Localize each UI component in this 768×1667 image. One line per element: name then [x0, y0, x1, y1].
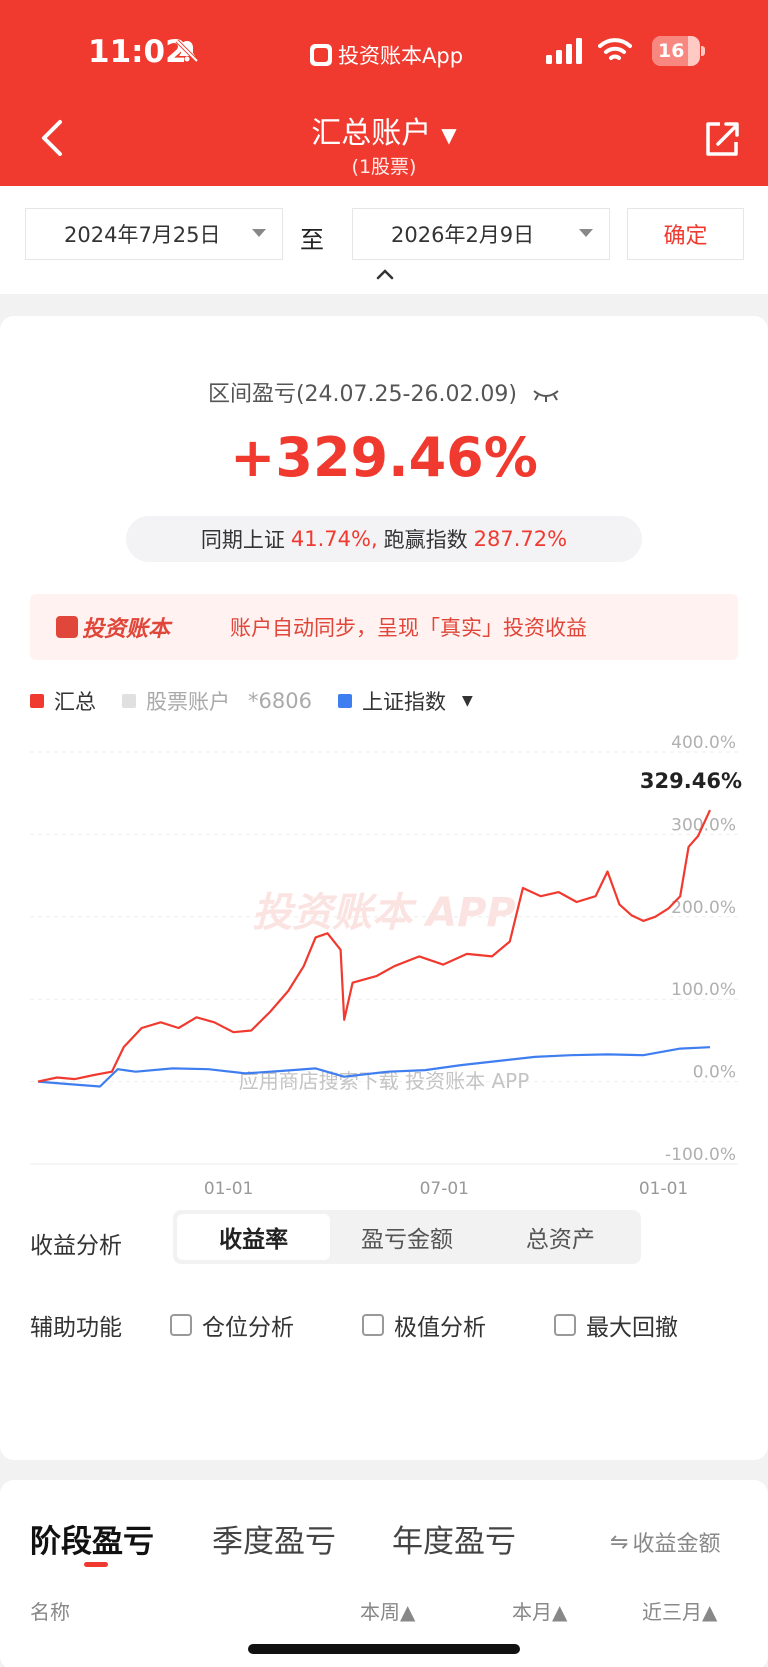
column-week[interactable]: 本周▲ — [360, 1596, 415, 1625]
active-tab-indicator — [84, 1562, 108, 1567]
legend-index-label: 上证指数 — [361, 690, 446, 714]
status-app-label: 投资账本App — [338, 44, 464, 68]
legend-account-label: 股票账户 — [146, 690, 230, 714]
chevron-down-icon — [252, 229, 266, 237]
legend-total-label: 汇总 — [54, 690, 96, 714]
tab-year-pnl[interactable]: 年度盈亏 — [392, 1516, 516, 1561]
seg-total-assets[interactable]: 总资产 — [484, 1214, 637, 1260]
chart-watermark: 投资账本 APP — [252, 890, 516, 936]
tab-stage-pnl[interactable]: 阶段盈亏 — [30, 1516, 154, 1561]
tab-quarter-pnl[interactable]: 季度盈亏 — [212, 1516, 336, 1561]
x-tick-label: 01-01 — [639, 1179, 688, 1199]
legend-swatch-gray — [122, 694, 136, 708]
outperform-label: 跑赢指数 — [383, 528, 468, 552]
chart-legend: 汇总 股票账户 *6806 上证指数 ▼ — [30, 686, 499, 716]
position-analysis-label: 仓位分析 — [202, 1315, 294, 1341]
legend-account[interactable]: 股票账户 *6806 — [122, 686, 312, 716]
unit-toggle-label: 收益金额 — [632, 1532, 721, 1557]
y-tick-label: -100.0% — [665, 1145, 736, 1165]
range-label: 区间盈亏(24.07.25-26.02.09) — [207, 382, 518, 407]
max-drawdown-option[interactable]: 最大回撤 — [554, 1308, 678, 1342]
banner-text: 账户自动同步，呈现「真实」投资收益 — [230, 616, 588, 640]
max-drawdown-label: 最大回撤 — [586, 1315, 678, 1341]
checkbox[interactable] — [554, 1314, 576, 1336]
legend-swatch-blue — [337, 694, 352, 708]
legend-swatch-red — [30, 694, 44, 708]
y-tick-label: 100.0% — [671, 980, 736, 1000]
y-tick-label: 400.0% — [671, 733, 736, 753]
seg-return-rate[interactable]: 收益率 — [177, 1214, 331, 1260]
banner-logo-text: 投资账本 — [82, 617, 171, 642]
chevron-down-icon — [579, 229, 593, 237]
end-date-picker[interactable]: 2026年2月9日 — [352, 208, 610, 260]
checkbox[interactable] — [170, 1314, 192, 1336]
compare-index-label: 同期上证 — [200, 528, 285, 552]
series-line-total — [37, 809, 711, 1083]
page-subtitle: (1股票) — [351, 156, 417, 178]
outperform-value: 287.72% — [473, 527, 568, 551]
return-line-chart[interactable]: 400.0%300.0%200.0%100.0%0.0%-100.0%投资账本 … — [0, 726, 768, 1226]
period-pnl-section: 阶段盈亏 季度盈亏 年度盈亏 ⇋ 收益金额 名称 本周▲ 本月▲ 近三月▲ — [0, 1480, 768, 1667]
dropdown-caret-icon: ▼ — [461, 693, 473, 709]
unit-toggle[interactable]: ⇋ 收益金额 — [610, 1526, 720, 1558]
confirm-button[interactable]: 确定 — [627, 208, 744, 260]
extreme-analysis-label: 极值分析 — [394, 1315, 486, 1341]
status-time: 11:02 — [88, 34, 187, 70]
total-return-value: +329.46% — [230, 426, 538, 489]
legend-total[interactable]: 汇总 — [30, 686, 96, 716]
promo-banner[interactable]: 投资账本 账户自动同步，呈现「真实」投资收益 — [30, 594, 738, 660]
app-logo-icon — [310, 44, 332, 66]
legend-index[interactable]: 上证指数 ▼ — [337, 686, 473, 716]
home-indicator — [248, 1644, 520, 1654]
dropdown-caret-icon: ▼ — [441, 122, 457, 147]
column-month[interactable]: 本月▲ — [512, 1596, 567, 1625]
end-value-label: 329.46% — [640, 769, 742, 793]
date-separator: 至 — [300, 226, 324, 254]
account-selector[interactable]: 汇总账户 ▼ — [0, 108, 768, 152]
y-tick-label: 0.0% — [693, 1063, 736, 1083]
range-label-row: 区间盈亏(24.07.25-26.02.09) — [0, 376, 768, 408]
summary-card: 区间盈亏(24.07.25-26.02.09) +329.46% 同期上证 41… — [0, 316, 768, 1460]
battery-level: 16 — [658, 40, 685, 62]
checkbox[interactable] — [362, 1314, 384, 1336]
aux-label: 辅助功能 — [30, 1315, 122, 1341]
seg-pnl-amount[interactable]: 盈亏金额 — [330, 1214, 483, 1260]
x-tick-label: 01-01 — [204, 1179, 253, 1199]
eye-closed-icon[interactable] — [532, 387, 560, 403]
position-analysis-option[interactable]: 仓位分析 — [170, 1308, 294, 1342]
start-date-value: 2024年7月25日 — [64, 223, 221, 247]
app-header: 11:02 投资账本App 16 汇总账户 ▼ (1股票) — [0, 0, 768, 186]
battery-tip — [701, 46, 705, 56]
bell-muted-icon — [175, 39, 199, 63]
benchmark-compare: 同期上证 41.74%, 跑赢指数 287.72% — [126, 516, 642, 562]
end-date-value: 2026年2月9日 — [391, 223, 535, 247]
status-app-indicator: 投资账本App — [310, 40, 463, 70]
y-tick-label: 200.0% — [671, 898, 736, 918]
legend-account-number: *6806 — [248, 689, 312, 713]
swap-icon: ⇋ — [610, 1529, 629, 1555]
banner-logo: 投资账本 — [56, 611, 170, 643]
x-tick-label: 07-01 — [420, 1179, 469, 1199]
extreme-analysis-option[interactable]: 极值分析 — [362, 1308, 486, 1342]
battery-icon: 16 — [652, 36, 700, 66]
column-name: 名称 — [30, 1600, 70, 1624]
compare-index-value: 41.74%, — [290, 527, 378, 551]
page-title: 汇总账户 — [311, 116, 432, 151]
date-range-bar: 2024年7月25日 至 2026年2月9日 确定 — [0, 186, 768, 294]
wifi-icon — [598, 38, 632, 60]
column-three-months[interactable]: 近三月▲ — [642, 1596, 717, 1625]
chevron-up-icon[interactable] — [376, 268, 394, 280]
share-icon[interactable] — [704, 118, 740, 158]
app-logo-icon — [56, 616, 78, 638]
analysis-segmented-control: 收益率 盈亏金额 总资产 — [173, 1210, 641, 1264]
start-date-picker[interactable]: 2024年7月25日 — [25, 208, 283, 260]
signal-icon — [546, 38, 582, 64]
analysis-label: 收益分析 — [30, 1233, 122, 1259]
